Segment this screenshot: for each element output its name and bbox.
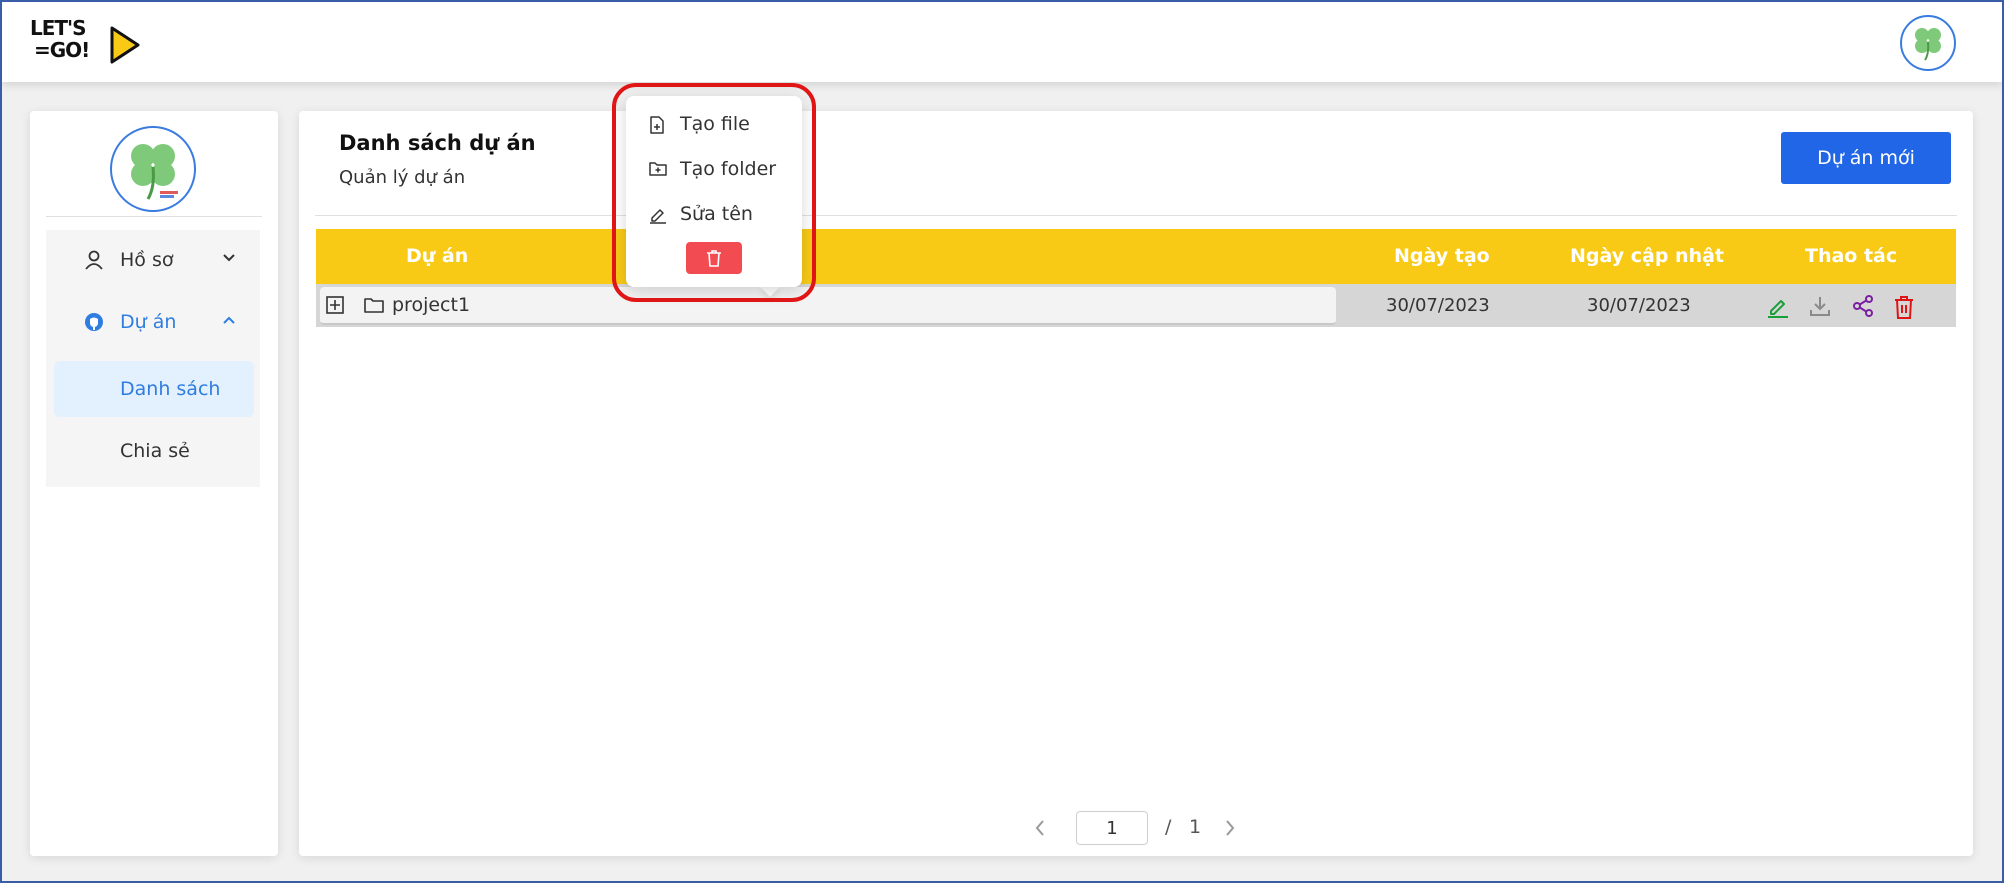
clover-icon (131, 144, 178, 200)
trash-icon[interactable] (1892, 294, 1916, 320)
page-separator: / (1165, 816, 1172, 838)
sidebar-divider (46, 216, 262, 217)
pagination: / 1 (299, 811, 1973, 845)
created-date: 30/07/2023 (1386, 295, 1490, 316)
chevron-up-icon (223, 316, 235, 324)
edit-icon[interactable] (1766, 294, 1790, 318)
play-icon (110, 26, 140, 64)
menu-item-label: Tạo folder (680, 158, 777, 180)
trash-icon (707, 250, 721, 267)
folder-plus-icon (649, 162, 667, 176)
main-divider (315, 215, 1957, 216)
column-header-updated[interactable]: Ngày cập nhật (1570, 245, 1724, 267)
sidebar-subitem-list[interactable]: Danh sách (54, 361, 254, 417)
top-bar: LET'S =GO! (2, 2, 2002, 82)
column-header-actions: Thao tác (1805, 245, 1898, 267)
sidebar-subitem-label: Chia sẻ (120, 440, 190, 462)
context-menu: Tạo file Tạo folder Sửa tên (626, 96, 802, 287)
menu-item-create-file[interactable]: Tạo file (626, 104, 802, 144)
table-header: Dự án Ngày tạo Ngày cập nhật Thao tác (316, 229, 1956, 284)
user-icon (85, 250, 103, 270)
sidebar-item-projects[interactable]: Dự án (46, 298, 260, 346)
column-header-created[interactable]: Ngày tạo (1394, 245, 1490, 267)
app-logo[interactable]: LET'S =GO! (30, 17, 150, 73)
download-icon[interactable] (1808, 294, 1832, 318)
page-title: Danh sách dự án (339, 131, 536, 155)
logo-line-1: LET'S (30, 16, 87, 40)
table-row[interactable]: project1 30/07/2023 30/07/2023 (316, 284, 1956, 327)
sidebar-item-label: Dự án (120, 311, 177, 333)
file-plus-icon (650, 116, 664, 134)
menu-item-label: Tạo file (680, 113, 750, 135)
menu-item-rename[interactable]: Sửa tên (626, 194, 802, 234)
share-icon[interactable] (1851, 294, 1875, 318)
page-number-input[interactable] (1076, 811, 1148, 845)
github-icon (85, 313, 103, 331)
project-name: project1 (392, 294, 471, 316)
sidebar: Hồ sơ Dự án Danh sách Chia sẻ (30, 111, 278, 856)
updated-date: 30/07/2023 (1587, 295, 1691, 316)
page-total: 1 (1189, 816, 1202, 838)
menu-item-create-folder[interactable]: Tạo folder (626, 149, 802, 189)
sidebar-avatar[interactable] (110, 126, 196, 212)
chevron-right-icon[interactable] (1224, 819, 1236, 837)
new-project-button[interactable]: Dự án mới (1781, 132, 1951, 184)
sidebar-menu: Hồ sơ Dự án Danh sách Chia sẻ (46, 230, 260, 487)
expand-icon[interactable] (326, 296, 344, 314)
delete-button[interactable] (686, 242, 742, 274)
sidebar-subitem-shared[interactable]: Chia sẻ (54, 423, 254, 479)
sidebar-item-profile[interactable]: Hồ sơ (46, 236, 260, 284)
page-subtitle: Quản lý dự án (339, 167, 466, 188)
folder-icon (364, 298, 384, 313)
clover-icon (1915, 28, 1941, 61)
sidebar-subitem-label: Danh sách (120, 378, 221, 400)
project-name-cell[interactable]: project1 (320, 287, 1336, 325)
main-panel: Danh sách dự án Quản lý dự án Dự án mới … (299, 111, 1973, 856)
chevron-left-icon[interactable] (1034, 819, 1046, 837)
logo-line-2: =GO! (34, 38, 90, 62)
menu-item-label: Sửa tên (680, 203, 753, 225)
column-header-project[interactable]: Dự án (406, 245, 468, 267)
chevron-down-icon (223, 254, 235, 262)
edit-icon (650, 209, 666, 224)
user-avatar[interactable] (1900, 15, 1956, 71)
sidebar-item-label: Hồ sơ (120, 249, 174, 271)
